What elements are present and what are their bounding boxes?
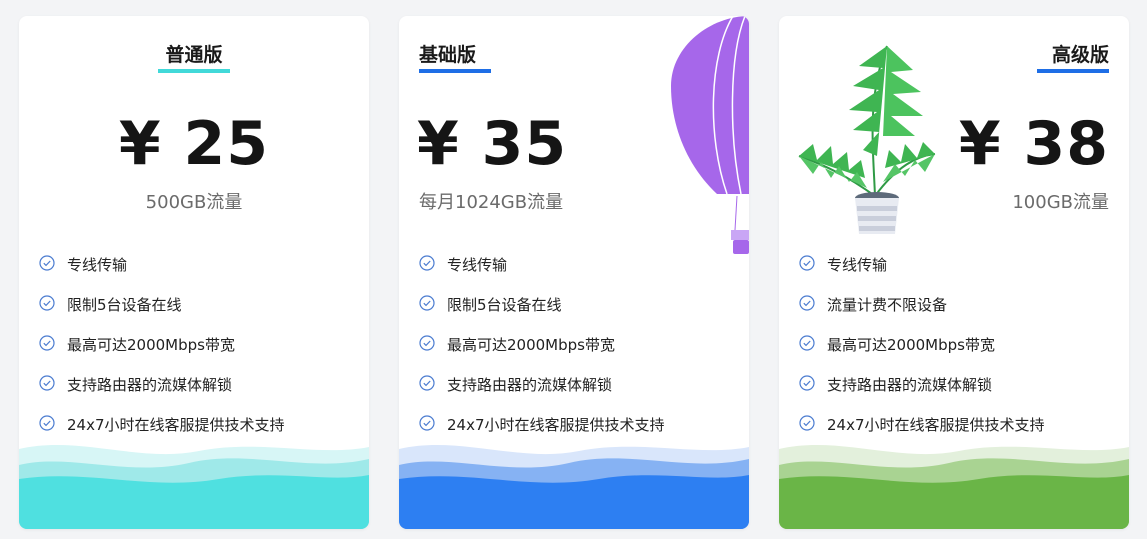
check-circle-icon xyxy=(419,295,435,311)
plan-card-basic[interactable]: 普通版 ¥ 25 500GB流量 专线传输 限制5台设备在线 最高可达2000M… xyxy=(19,16,369,529)
check-circle-icon xyxy=(419,255,435,271)
check-circle-icon xyxy=(799,255,815,271)
plan-traffic: 100GB流量 xyxy=(1012,192,1109,213)
check-circle-icon xyxy=(39,335,55,351)
feature-item: 支持路由器的流媒体解锁 xyxy=(419,374,665,414)
feature-label: 限制5台设备在线 xyxy=(67,296,182,314)
plan-traffic: 500GB流量 xyxy=(145,192,243,213)
feature-item: 支持路由器的流媒体解锁 xyxy=(39,374,285,414)
title-underline xyxy=(419,69,491,73)
check-circle-icon xyxy=(419,375,435,391)
check-circle-icon xyxy=(419,335,435,351)
check-circle-icon xyxy=(799,335,815,351)
check-circle-icon xyxy=(39,375,55,391)
plan-title: 普通版 xyxy=(165,44,223,66)
feature-label: 最高可达2000Mbps带宽 xyxy=(67,336,235,354)
feature-item: 最高可达2000Mbps带宽 xyxy=(39,334,285,374)
check-circle-icon xyxy=(39,255,55,271)
feature-item: 专线传输 xyxy=(799,254,1045,294)
hot-air-balloon-illustration xyxy=(671,16,749,254)
plan-traffic: 每月1024GB流量 xyxy=(419,192,564,213)
feature-list: 专线传输 限制5台设备在线 最高可达2000Mbps带宽 支持路由器的流媒体解锁… xyxy=(419,254,665,454)
feature-label: 24x7小时在线客服提供技术支持 xyxy=(447,416,665,434)
feature-label: 专线传输 xyxy=(67,256,128,274)
feature-item: 最高可达2000Mbps带宽 xyxy=(799,334,1045,374)
feature-label: 最高可达2000Mbps带宽 xyxy=(447,336,615,354)
feature-item: 限制5台设备在线 xyxy=(419,294,665,334)
wave-decoration xyxy=(399,444,749,529)
potted-plant-illustration xyxy=(798,45,936,234)
title-underline xyxy=(1037,69,1109,73)
feature-item: 最高可达2000Mbps带宽 xyxy=(419,334,665,374)
plan-price: ¥ 38 xyxy=(958,109,1109,179)
plan-price: ¥ 35 xyxy=(417,109,568,179)
feature-item: 支持路由器的流媒体解锁 xyxy=(799,374,1045,414)
check-circle-icon xyxy=(39,415,55,431)
feature-label: 流量计费不限设备 xyxy=(827,296,948,314)
wave-decoration xyxy=(779,444,1129,529)
check-circle-icon xyxy=(799,295,815,311)
feature-label: 专线传输 xyxy=(827,256,888,274)
feature-label: 专线传输 xyxy=(447,256,508,274)
plan-card-premium[interactable]: 高级版 ¥ 38 100GB流量 专线传输 流量计费不限设备 最高可达2000M… xyxy=(779,16,1129,529)
feature-label: 24x7小时在线客服提供技术支持 xyxy=(67,416,285,434)
title-underline xyxy=(158,69,230,73)
plan-price: ¥ 25 xyxy=(118,109,270,179)
plan-card-standard[interactable]: 基础版 ¥ 35 每月1024GB流量 专线传输 限制5台设备在线 最高可达20… xyxy=(399,16,749,529)
feature-item: 限制5台设备在线 xyxy=(39,294,285,334)
plan-title: 高级版 xyxy=(1051,44,1109,66)
feature-item: 流量计费不限设备 xyxy=(799,294,1045,334)
check-circle-icon xyxy=(419,415,435,431)
plan-title: 基础版 xyxy=(419,44,477,66)
check-circle-icon xyxy=(799,415,815,431)
check-circle-icon xyxy=(39,295,55,311)
feature-label: 最高可达2000Mbps带宽 xyxy=(827,336,995,354)
feature-item: 专线传输 xyxy=(419,254,665,294)
feature-list: 专线传输 流量计费不限设备 最高可达2000Mbps带宽 支持路由器的流媒体解锁… xyxy=(799,254,1045,454)
feature-list: 专线传输 限制5台设备在线 最高可达2000Mbps带宽 支持路由器的流媒体解锁… xyxy=(39,254,285,454)
feature-label: 限制5台设备在线 xyxy=(447,296,562,314)
feature-label: 支持路由器的流媒体解锁 xyxy=(447,376,613,394)
feature-item: 专线传输 xyxy=(39,254,285,294)
feature-label: 支持路由器的流媒体解锁 xyxy=(827,376,993,394)
feature-label: 24x7小时在线客服提供技术支持 xyxy=(827,416,1045,434)
check-circle-icon xyxy=(799,375,815,391)
feature-label: 支持路由器的流媒体解锁 xyxy=(67,376,233,394)
wave-decoration xyxy=(19,444,369,529)
